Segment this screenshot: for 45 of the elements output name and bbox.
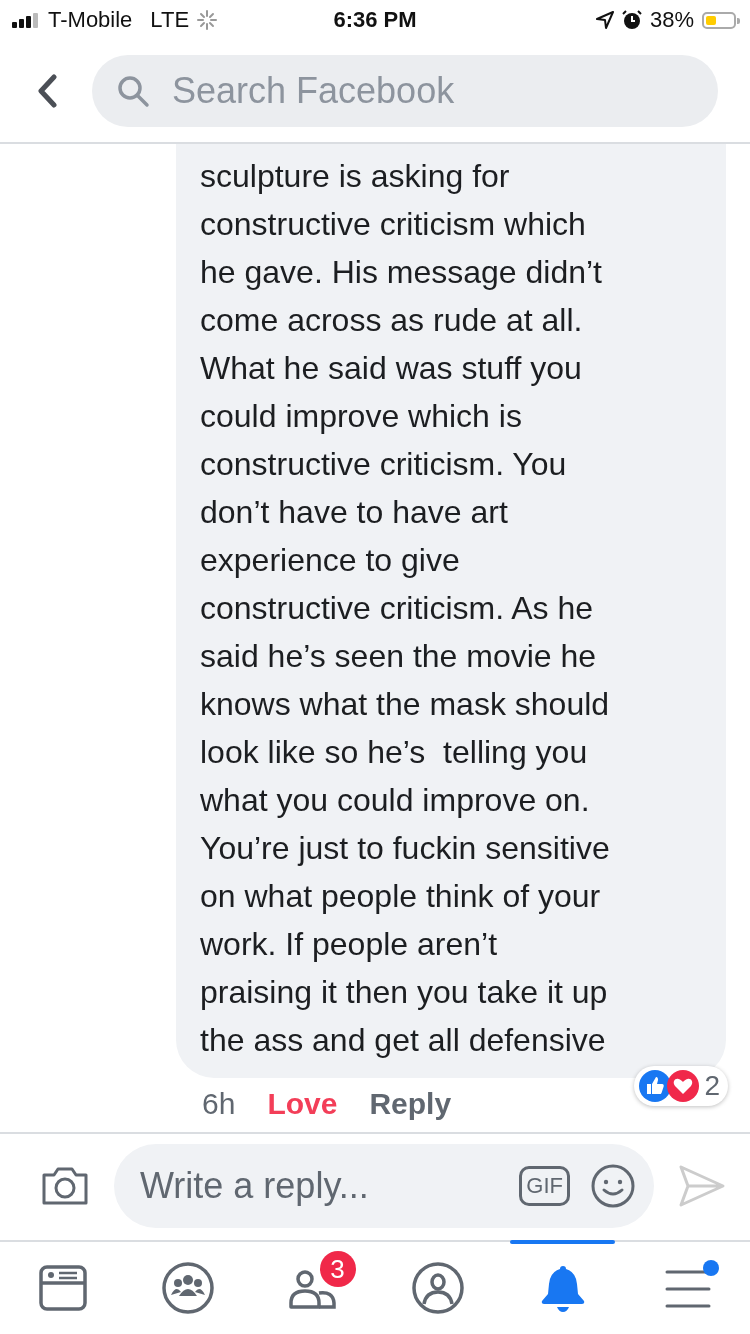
- comment-time: 6h: [202, 1087, 236, 1121]
- gif-button[interactable]: GIF: [519, 1166, 570, 1206]
- groups-icon: [161, 1262, 214, 1314]
- comment-text: on what people think of your: [200, 877, 602, 916]
- comment-text: constructive criticism which: [200, 205, 587, 244]
- comment-text: experience to give: [200, 541, 461, 580]
- nav-tab[interactable]: 3: [250, 1242, 375, 1334]
- bell-icon: [539, 1263, 586, 1313]
- comment-text: he gave. His message didn’t: [200, 253, 603, 292]
- comment-text: could improve which is: [200, 397, 523, 436]
- comment-text: sculpture is asking for: [200, 157, 511, 196]
- signal-icon: [12, 12, 40, 28]
- comment-text: don’t have to have art: [200, 493, 509, 532]
- reaction-count: 2: [704, 1070, 720, 1102]
- loading-spinner-icon: [197, 10, 218, 30]
- search-icon: [116, 74, 150, 108]
- alarm-clock-icon: [621, 10, 642, 30]
- camera-icon[interactable]: [40, 1165, 90, 1207]
- notification-badge: 3: [319, 1251, 356, 1287]
- carrier-name: T-Mobile: [48, 7, 133, 33]
- search-field[interactable]: Search Facebook: [92, 55, 718, 127]
- comment-text: said he’s seen the movie he: [200, 637, 598, 676]
- love-link[interactable]: Love: [267, 1087, 338, 1121]
- comment-text: What he said was stuff you: [200, 349, 583, 388]
- comment-text: look like so he’s telling you: [200, 733, 589, 772]
- comment-text: praising it then you take it up: [200, 973, 609, 1012]
- comment-text: You’re just to fuckin sensitive: [200, 829, 611, 868]
- comment-text: knows what the mask should: [200, 685, 611, 724]
- reaction-summary[interactable]: 2: [634, 1066, 728, 1106]
- comment-text: the ass and get all defensive: [200, 1021, 607, 1060]
- network-type: LTE: [150, 7, 190, 33]
- love-reaction-icon: [666, 1069, 701, 1103]
- clock-time: 6:36 PM: [333, 7, 417, 33]
- back-icon[interactable]: [36, 74, 58, 108]
- comment-text: work. If people aren’t: [200, 925, 499, 964]
- smiley-icon[interactable]: [590, 1163, 636, 1209]
- battery-percent: 38%: [649, 7, 694, 33]
- comment-text: what you could improve on.: [200, 781, 591, 820]
- comment-text: constructive criticism. As he: [200, 589, 594, 628]
- profile-icon: [411, 1262, 464, 1314]
- news-feed-icon: [38, 1265, 87, 1311]
- comment-text: come across as rude at all.: [200, 301, 584, 340]
- reply-link[interactable]: Reply: [369, 1087, 452, 1121]
- comment-text: constructive criticism. You: [200, 445, 568, 484]
- location-arrow-icon: [595, 11, 614, 29]
